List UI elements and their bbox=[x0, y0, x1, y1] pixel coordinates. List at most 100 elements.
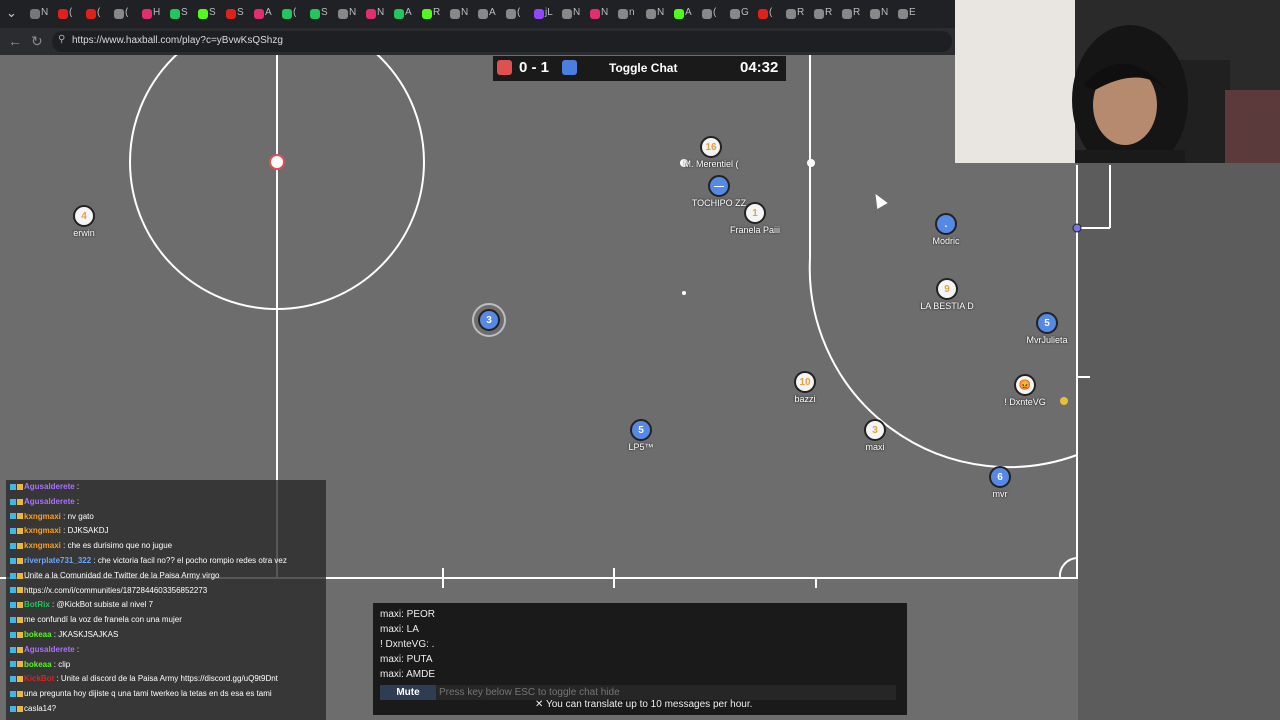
player-disc: 10 bbox=[794, 371, 816, 393]
chat-badge-icon bbox=[17, 646, 23, 653]
browser-tab[interactable]: S bbox=[196, 7, 216, 21]
tab-title: ( bbox=[125, 7, 129, 18]
chat-username: Agusalderete bbox=[24, 496, 75, 506]
browser-tab[interactable]: G bbox=[728, 7, 749, 21]
chat-separator: : bbox=[60, 526, 68, 536]
url-field[interactable]: ⚲ https://www.haxball.com/play?c=yBvwKsQ… bbox=[52, 31, 952, 52]
tab-favicon-icon bbox=[198, 9, 208, 19]
tab-favicon-icon bbox=[730, 9, 740, 19]
chat-separator: : bbox=[60, 541, 68, 551]
mute-button[interactable]: Mute bbox=[380, 685, 436, 700]
player-disc: 4 bbox=[73, 205, 95, 227]
chat-username: kxngmaxi bbox=[24, 541, 61, 551]
chat-username: bokeaa bbox=[24, 630, 52, 639]
player-disc: — bbox=[708, 175, 730, 197]
tab-search-icon[interactable]: ⌄ bbox=[6, 5, 17, 21]
browser-tab[interactable]: E bbox=[896, 7, 916, 21]
browser-tab[interactable]: N bbox=[868, 7, 888, 21]
tab-title: R bbox=[797, 7, 805, 18]
tab-title: N bbox=[881, 7, 889, 18]
stream-chat-line: kxngmaxi : nv gato bbox=[10, 512, 94, 521]
browser-tab[interactable]: ( bbox=[700, 7, 720, 21]
stream-chat-line: KickBot : Unite al discord de la Paisa A… bbox=[10, 674, 278, 683]
reload-icon[interactable]: ↻ bbox=[31, 33, 43, 50]
chat-badge-icon bbox=[17, 483, 23, 490]
game-chat-message: ! DxnteVG: . bbox=[380, 639, 435, 650]
tab-title: R bbox=[825, 7, 833, 18]
browser-tab[interactable]: A bbox=[476, 7, 496, 21]
player-name: MvrJulieta bbox=[1026, 335, 1068, 345]
tab-title: n bbox=[629, 7, 635, 18]
chat-badge-icon bbox=[10, 543, 16, 550]
toggle-chat-button[interactable]: Toggle Chat bbox=[609, 61, 677, 75]
stream-chat-line: kxngmaxi : che es durisimo que no jugue bbox=[10, 541, 172, 550]
chat-badge-icon bbox=[10, 587, 16, 594]
player-name: mvr bbox=[992, 489, 1008, 499]
browser-tab[interactable]: N bbox=[644, 7, 664, 21]
player-disc: 1 bbox=[744, 202, 766, 224]
browser-tab[interactable]: N bbox=[336, 7, 356, 21]
browser-tab[interactable]: ( bbox=[280, 7, 300, 21]
back-icon[interactable]: ← bbox=[8, 33, 22, 49]
game-chat-message: maxi: LA bbox=[380, 624, 419, 635]
browser-tab[interactable]: R bbox=[840, 7, 860, 21]
chat-username: Agusalderete bbox=[24, 644, 75, 654]
browser-tab[interactable]: R bbox=[784, 7, 804, 21]
browser-tab[interactable]: jL bbox=[532, 7, 553, 21]
browser-tab[interactable]: N bbox=[364, 7, 384, 21]
address-bar: ← ↻ ⚲ https://www.haxball.com/play?c=yBv… bbox=[0, 28, 955, 55]
browser-tab[interactable]: ( bbox=[84, 7, 104, 21]
tab-favicon-icon bbox=[338, 9, 348, 19]
chat-input[interactable] bbox=[436, 685, 896, 700]
browser-tab[interactable]: S bbox=[308, 7, 328, 21]
browser-tab[interactable]: ( bbox=[56, 7, 76, 21]
browser-tab[interactable]: A bbox=[672, 7, 692, 21]
browser-tab[interactable]: S bbox=[224, 7, 244, 21]
tab-favicon-icon bbox=[506, 9, 516, 19]
tab-favicon-icon bbox=[394, 9, 404, 19]
player-disc: 5 bbox=[1036, 312, 1058, 334]
browser-tab[interactable]: H bbox=[140, 7, 160, 21]
chat-separator: : bbox=[74, 496, 80, 506]
tab-title: H bbox=[153, 7, 161, 18]
tab-title: N bbox=[657, 7, 665, 18]
chat-badge-icon bbox=[17, 513, 23, 520]
tab-title: E bbox=[909, 7, 916, 18]
tab-favicon-icon bbox=[30, 9, 40, 19]
tab-title: R bbox=[853, 7, 861, 18]
browser-tab[interactable]: ( bbox=[756, 7, 776, 21]
tab-title: ( bbox=[293, 7, 297, 18]
browser-tab[interactable]: A bbox=[252, 7, 272, 21]
tab-favicon-icon bbox=[842, 9, 852, 19]
tab-favicon-icon bbox=[674, 9, 684, 19]
browser-tab[interactable]: N bbox=[560, 7, 580, 21]
browser-tab[interactable]: A bbox=[392, 7, 412, 21]
tab-favicon-icon bbox=[758, 9, 768, 19]
browser-tab[interactable]: ( bbox=[504, 7, 524, 21]
player-name: erwin bbox=[73, 228, 95, 238]
chat-badge-icon bbox=[17, 661, 23, 668]
browser-tab[interactable]: N bbox=[28, 7, 48, 21]
browser-tab-strip: ⌄ N (((H S S S A (S N N A R N A (jL N Nn N A (G (R R R N E bbox=[0, 0, 955, 28]
tab-title: A bbox=[405, 7, 412, 18]
tab-favicon-icon bbox=[646, 9, 656, 19]
browser-tab[interactable]: N bbox=[588, 7, 608, 21]
chat-badge-icon bbox=[17, 691, 23, 698]
browser-tab[interactable]: n bbox=[616, 7, 636, 21]
stream-chat-line: riverplate731_322 : che victoria facil n… bbox=[10, 556, 287, 565]
chat-badge-icon bbox=[10, 572, 16, 579]
browser-tab[interactable]: S bbox=[168, 7, 188, 21]
red-team-indicator bbox=[497, 60, 512, 75]
browser-tab[interactable]: ( bbox=[112, 7, 132, 21]
chat-badge-icon bbox=[17, 631, 23, 638]
browser-tab[interactable]: R bbox=[420, 7, 440, 21]
tab-title: N bbox=[461, 7, 469, 18]
chat-badge-icon bbox=[17, 602, 23, 609]
game-chat-message: maxi: AMDE bbox=[380, 669, 436, 680]
site-info-icon[interactable]: ⚲ bbox=[58, 34, 65, 45]
browser-tab[interactable]: N bbox=[448, 7, 468, 21]
player-disc: 9 bbox=[936, 278, 958, 300]
player-disc: 6 bbox=[989, 466, 1011, 488]
browser-tab[interactable]: R bbox=[812, 7, 832, 21]
chat-badge-icon bbox=[17, 498, 23, 505]
